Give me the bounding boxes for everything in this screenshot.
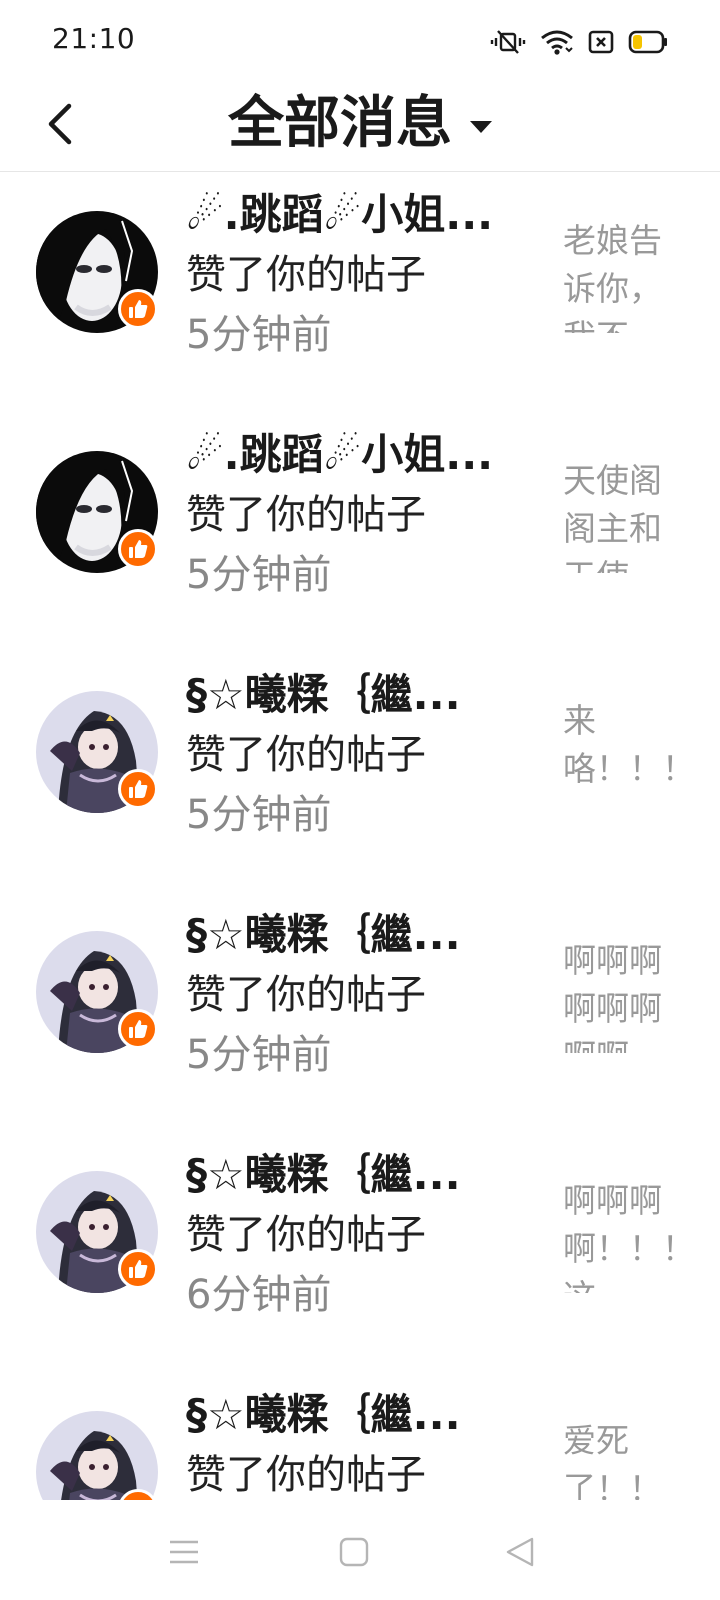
like-icon [129, 540, 148, 558]
like-badge [118, 529, 158, 569]
menu-icon [170, 1540, 198, 1564]
post-preview[interactable]: 啊啊啊啊啊啊啊啊 [563, 937, 675, 1053]
message-item[interactable]: ☄.跳蹈☄小姐... 赞了你的帖子 5分钟前 老娘告诉你，我不 [0, 173, 720, 413]
status-icons [490, 26, 668, 58]
like-icon [129, 780, 148, 798]
battery-icon [628, 29, 668, 55]
sender-name[interactable]: ☄.跳蹈☄小姐... [186, 187, 526, 243]
home-square-icon [339, 1537, 369, 1567]
message-item[interactable]: §☆曦糅｛繼... 赞了你的帖子 5分钟前 来咯！！！ [0, 653, 720, 893]
wifi-icon [540, 28, 574, 56]
post-preview[interactable]: 爱死了！！ [563, 1417, 675, 1500]
like-icon [129, 1260, 148, 1278]
action-text: 赞了你的帖子 [186, 732, 426, 778]
system-back-button[interactable] [500, 1532, 540, 1572]
post-preview[interactable]: 天使阁阁主和天使 [563, 457, 675, 573]
message-item[interactable]: ☄.跳蹈☄小姐... 赞了你的帖子 5分钟前 天使阁阁主和天使 [0, 413, 720, 653]
action-text: 赞了你的帖子 [186, 252, 426, 298]
post-preview[interactable]: 啊啊啊啊！！！这 [563, 1177, 675, 1293]
action-text: 赞了你的帖子 [186, 1212, 426, 1258]
like-badge [118, 289, 158, 329]
like-badge [118, 769, 158, 809]
system-nav-bar [0, 1500, 720, 1600]
screen-record-icon [588, 29, 614, 55]
like-badge [118, 1249, 158, 1289]
timestamp: 5分钟前 [186, 792, 332, 838]
sender-name[interactable]: §☆曦糅｛繼... [186, 1147, 526, 1203]
message-item[interactable]: §☆曦糅｛繼... 赞了你的帖子 爱死了！！ [0, 1373, 720, 1500]
timestamp: 5分钟前 [186, 312, 332, 358]
sender-name[interactable]: §☆曦糅｛繼... [186, 907, 526, 963]
post-preview[interactable]: 来咯！！！ [563, 697, 675, 813]
home-button[interactable] [334, 1532, 374, 1572]
status-time: 21:10 [52, 22, 136, 55]
action-text: 赞了你的帖子 [186, 972, 426, 1018]
menu-button[interactable] [164, 1532, 204, 1572]
caret-down-icon [470, 121, 492, 133]
mute-vibrate-icon [490, 28, 526, 56]
timestamp: 5分钟前 [186, 552, 332, 598]
sender-name[interactable]: ☄.跳蹈☄小姐... [186, 427, 526, 483]
back-triangle-icon [506, 1537, 534, 1567]
action-text: 赞了你的帖子 [186, 1452, 426, 1498]
post-preview[interactable]: 老娘告诉你，我不 [563, 217, 675, 333]
sender-name[interactable]: §☆曦糅｛繼... [186, 1387, 526, 1443]
like-badge [118, 1009, 158, 1049]
timestamp: 5分钟前 [186, 1032, 332, 1078]
timestamp: 6分钟前 [186, 1272, 332, 1318]
message-list[interactable]: ☄.跳蹈☄小姐... 赞了你的帖子 5分钟前 老娘告诉你，我不 ☄.跳蹈☄小姐... 赞了… [0, 173, 720, 1500]
nav-bar: 全部消息 [0, 80, 720, 172]
avatar[interactable] [36, 1411, 158, 1500]
message-item[interactable]: §☆曦糅｛繼... 赞了你的帖子 6分钟前 啊啊啊啊！！！这 [0, 1133, 720, 1373]
sender-name[interactable]: §☆曦糅｛繼... [186, 667, 526, 723]
like-icon [129, 300, 148, 318]
title-dropdown[interactable]: 全部消息 [0, 88, 720, 160]
like-icon [129, 1020, 148, 1038]
page-title: 全部消息 [228, 91, 452, 156]
message-item[interactable]: §☆曦糅｛繼... 赞了你的帖子 5分钟前 啊啊啊啊啊啊啊啊 [0, 893, 720, 1133]
status-bar: 21:10 [0, 0, 720, 80]
action-text: 赞了你的帖子 [186, 492, 426, 538]
